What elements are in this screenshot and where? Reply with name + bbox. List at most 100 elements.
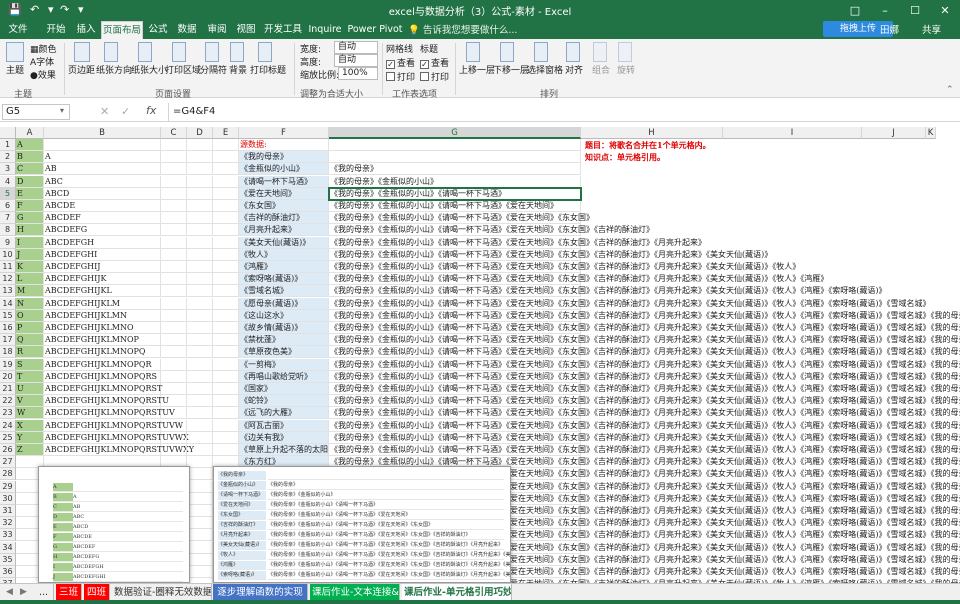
cell-b[interactable]: ABCDEFGHIJKLM [44,297,161,310]
row-header[interactable]: 5 [0,187,16,200]
tab-developer[interactable]: 开发工具 [262,21,304,39]
gridlines-view-checkbox[interactable]: ✓ 查看 [386,56,415,69]
cell-a[interactable]: V [16,395,44,408]
row-header[interactable]: 3 [0,163,16,176]
column-header-b[interactable]: B [44,127,161,139]
group-button[interactable]: 组合 [592,63,610,76]
cell-f[interactable]: 《蛇铃》 [239,395,329,408]
cell-a[interactable]: Y [16,431,44,444]
cell-e[interactable] [213,139,239,151]
cell-b[interactable]: ABCDEFGHIJKLMNOPQ [44,346,161,359]
cell-e[interactable] [213,151,239,164]
ribbon-display-icon[interactable]: □ [840,0,870,21]
cell-e[interactable] [213,334,239,347]
column-header-e[interactable]: E [213,127,239,139]
cell-c[interactable] [161,444,187,456]
cell-b[interactable]: ABCDEFGHIJKLMNO [44,322,161,334]
cell-a[interactable]: O [16,309,44,322]
row-header[interactable]: 22 [0,395,16,408]
cell-e[interactable] [213,187,239,200]
column-header-k[interactable]: K [926,127,936,139]
height-dropdown[interactable]: 自动 [334,54,378,67]
cell-c[interactable] [161,419,187,432]
cell-f[interactable]: 《月亮升起来》 [239,224,329,237]
cell-d[interactable] [187,285,213,298]
cell-g[interactable]: 《我的母亲》《金瓶似的小山》《请喝一杯下马酒》《爱在天地间》《东女国》《吉祥的酥… [329,346,960,359]
cell-d[interactable] [187,212,213,225]
tab-insert[interactable]: 插入 [72,21,100,39]
row-header[interactable]: 28 [0,468,16,481]
cell-e[interactable] [213,175,239,188]
cell-b[interactable]: ABCDEFGHIJKLMNOPQRSTU [44,395,169,408]
scale-spinner[interactable]: 100% [338,67,378,80]
cell-d[interactable] [187,444,213,456]
row-header[interactable]: 17 [0,334,16,347]
gridlines-print-checkbox[interactable]: 打印 [386,70,415,83]
cell-d[interactable] [187,407,213,420]
cell-e[interactable] [213,297,239,310]
cell-d[interactable] [187,383,213,395]
row-header[interactable]: 13 [0,285,16,298]
cell-d[interactable] [187,395,213,408]
row-header[interactable]: 12 [0,273,16,286]
enter-icon[interactable]: ✓ [121,105,130,118]
cell-a[interactable]: Z [16,444,44,456]
row-header[interactable]: 36 [0,566,16,578]
cell-f[interactable]: 源数据: [239,139,329,151]
cell-f[interactable]: 《索呀咯(藏语)》 [239,273,329,286]
cell-a[interactable]: G [16,212,44,225]
row-header[interactable]: 6 [0,200,16,212]
tab-home[interactable]: 开始 [42,21,70,39]
cell-d[interactable] [187,358,213,371]
cell-e[interactable] [213,224,239,237]
cell-f[interactable]: 《吉祥的酥油灯》 [239,212,329,225]
formula-input[interactable]: =G4&F4 [168,103,960,121]
cell-c[interactable] [161,151,187,164]
cell-c[interactable] [161,285,187,298]
cell-f[interactable]: 《阿瓦古丽》 [239,419,329,432]
colors-button[interactable]: ▦颜色 [30,42,57,55]
minimize-icon[interactable]: – [870,0,900,21]
cell-b[interactable]: ABCDEFGHIJKLMNOPQRSTUVWXY [44,444,194,456]
margins-button[interactable]: 页边距 [68,63,95,76]
row-header[interactable]: 18 [0,346,16,359]
cell-a[interactable]: U [16,383,44,395]
cell-b[interactable]: ABCDEFGHIJKL [44,285,161,298]
cell-a[interactable]: J [16,248,44,261]
cell-d[interactable] [187,431,213,444]
cell-f[interactable]: 《这山这水》 [239,309,329,322]
cell-b[interactable]: ABCD [44,187,161,200]
themes-icon[interactable] [6,42,24,62]
align-button[interactable]: 对齐 [565,63,583,76]
column-header-a[interactable]: A [16,127,44,139]
cell-e[interactable] [213,285,239,298]
cell-b[interactable]: ABCDEFGHIJKLMNOPQRSTUVW [44,419,183,432]
cell-g[interactable]: 《我的母亲》《金瓶似的小山》《请喝一杯下马酒》《爱在天地间》《东女国》《吉祥的酥… [329,407,960,420]
row-header[interactable]: 29 [0,480,16,493]
cell-c[interactable] [161,322,187,334]
cell-a[interactable]: P [16,322,44,334]
column-header-c[interactable]: C [161,127,187,139]
cell-g[interactable]: 《我的母亲》《金瓶似的小山》《请喝一杯下马酒》《爱在天地间》《东女国》《吉祥的酥… [329,297,930,310]
cell-e[interactable] [213,419,239,432]
tab-data[interactable]: 数据 [173,21,201,39]
cell-d[interactable] [187,175,213,188]
cell-e[interactable] [213,212,239,225]
tab-power-pivot[interactable]: Power Pivot [347,21,403,39]
cell-d[interactable] [187,456,213,469]
orientation-button[interactable]: 纸张方向 [96,63,132,76]
cell-a[interactable]: S [16,358,44,371]
row-header[interactable]: 27 [0,456,16,469]
cell-b[interactable]: ABCDEFGHIJKLMNOPQRS [44,370,161,383]
tell-me-box[interactable]: 💡 告诉我您想要做什么... [408,22,517,36]
cell-g[interactable]: 《我的母亲》《金瓶似的小山》《请喝一杯下马酒》《爱在天地间》《东女国》《吉祥的酥… [329,383,960,395]
column-header-f[interactable]: F [239,127,329,139]
cancel-icon[interactable]: ✕ [100,105,109,118]
cell-b[interactable]: ABCDEFG [44,224,161,237]
cell-g[interactable]: 《我的母亲》《金瓶似的小山》《请喝一杯下马酒》《爱在天地间》《东女国》《吉祥的酥… [329,322,960,334]
cell-e[interactable] [213,431,239,444]
row-header[interactable]: 8 [0,224,16,237]
row-header[interactable]: 25 [0,431,16,444]
cell-b[interactable]: ABCDEF [44,212,161,225]
cell-b[interactable]: ABCDEFGHIJKLMNOPQRSTUVWX [44,431,189,444]
